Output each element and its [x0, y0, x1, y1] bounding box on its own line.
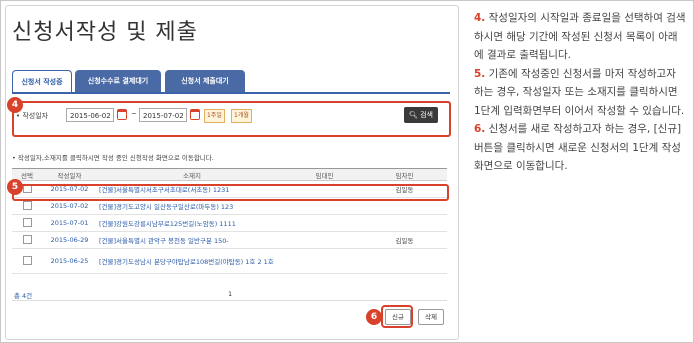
description-text: 4. 작성일자의 시작일과 종료일을 선택하여 검색하시면 해당 기간에 작성된…	[474, 9, 686, 176]
page-title: 신청서작성 및 제출	[12, 20, 198, 45]
date-search-row: • 작성일자 2015-06-02 ~ 2015-07-02 1주일 1개월 🔍…	[14, 107, 444, 127]
row-address-link[interactable]: [건물]강원도강릉시남부로125번길(노암동) 1111	[97, 214, 287, 232]
table-row: 2015-07-01 [건물]강원도강릉시남부로125번길(노암동) 1111	[12, 214, 447, 232]
row-lessee	[362, 214, 447, 232]
header-address: 소재지	[97, 168, 287, 181]
row-address-link[interactable]: [건물]경기도성남시 분당구야탑남로108번길(야탑동) 1호 2 1호	[97, 248, 287, 274]
search-button[interactable]: 🔍︎ 검색	[404, 107, 438, 123]
table-row: 2015-06-29 [건물]서울특별시 관악구 봉천동 일반구분 150- 김…	[12, 231, 447, 249]
tab-fee-payment[interactable]: 신청수수료 결제대기	[75, 70, 161, 92]
description-item-5: 5. 기존에 작성중인 신청서를 마저 작성하고자 하는 경우, 작성일자 또는…	[474, 67, 685, 117]
calendar-icon[interactable]	[117, 109, 127, 120]
row-checkbox[interactable]	[22, 255, 32, 265]
tab-submit-pending[interactable]: 신청서 제출대기	[165, 70, 245, 92]
description-item-6: 6. 신청서를 새로 작성하고자 하는 경우, [신규] 버튼을 클릭하시면 새…	[474, 123, 682, 172]
calendar-icon[interactable]	[190, 109, 200, 120]
date-label: • 작성일자	[16, 112, 49, 120]
end-date-input[interactable]: 2015-07-02	[139, 108, 187, 122]
row-lessor	[287, 231, 362, 249]
row-address-link[interactable]: [건물]서울특별시 관악구 봉천동 일반구분 150-	[97, 231, 287, 249]
footer-divider	[12, 300, 447, 301]
row-checkbox[interactable]	[22, 217, 32, 227]
start-date-input[interactable]: 2015-06-02	[66, 108, 114, 122]
tab-underline	[12, 92, 450, 94]
description-item-4: 4. 작성일자의 시작일과 종료일을 선택하여 검색하시면 해당 기간에 작성된…	[474, 12, 686, 61]
row-date-link[interactable]: 2015-06-25	[42, 248, 97, 274]
header-date: 작성일자	[42, 168, 97, 181]
row-lessor	[287, 214, 362, 232]
search-icon: 🔍︎	[408, 111, 418, 119]
row-date-link[interactable]: 2015-06-29	[42, 231, 97, 249]
tab-writing[interactable]: 신청서 작성중	[12, 70, 72, 93]
row-lessee: 김일동	[362, 231, 447, 249]
row-checkbox[interactable]	[22, 234, 32, 244]
instruction-note: • 작성일자,소재지를 클릭하시면 작성 중인 신청작성 화면으로 이동합니다.	[12, 154, 214, 162]
row-highlight-box	[12, 184, 449, 201]
callout-badge-5: 5	[7, 179, 23, 195]
delete-button[interactable]: 삭제	[418, 309, 444, 325]
one-month-button[interactable]: 1개월	[231, 109, 252, 123]
one-week-button[interactable]: 1주일	[204, 109, 225, 123]
header-lessee: 임차인	[362, 168, 447, 181]
row-checkbox[interactable]	[22, 200, 32, 210]
search-button-label: 검색	[420, 111, 433, 119]
page-number[interactable]: 1	[228, 290, 232, 298]
row-lessor	[287, 248, 362, 274]
date-separator: ~	[131, 110, 137, 118]
new-button[interactable]: 신규	[385, 309, 411, 325]
row-lessee	[362, 248, 447, 274]
callout-badge-6: 6	[366, 309, 382, 325]
total-count: 총 4건	[14, 292, 33, 300]
row-date-link[interactable]: 2015-07-01	[42, 214, 97, 232]
header-lessor: 임대인	[287, 168, 362, 181]
table-row: 2015-06-25 [건물]경기도성남시 분당구야탑남로108번길(야탑동) …	[12, 248, 447, 274]
